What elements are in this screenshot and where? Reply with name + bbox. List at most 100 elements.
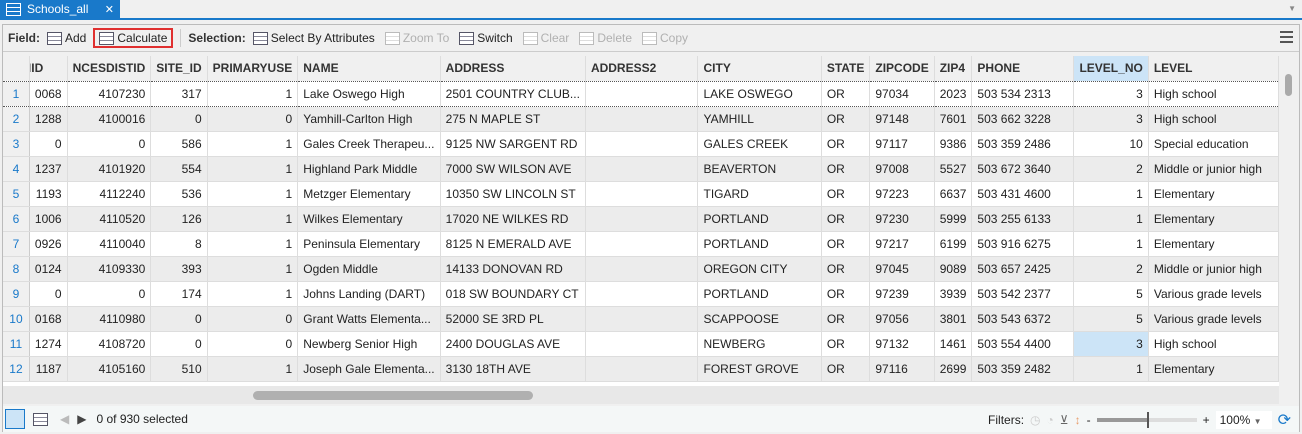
cell-iid[interactable]: 1006 bbox=[29, 206, 68, 232]
cell-zip4[interactable]: 6199 bbox=[934, 231, 973, 257]
cell-zip4[interactable]: 9386 bbox=[934, 131, 973, 157]
cell-primaryuse[interactable]: 1 bbox=[207, 231, 299, 257]
cell-site_id[interactable]: 126 bbox=[150, 206, 208, 232]
row-number[interactable]: 9 bbox=[3, 281, 30, 307]
cell-state[interactable]: OR bbox=[821, 331, 871, 357]
cell-address[interactable]: 17020 NE WILKES RD bbox=[440, 206, 586, 232]
cell-zipcode[interactable]: 97217 bbox=[869, 231, 935, 257]
cell-ncesdistid[interactable]: 4101920 bbox=[67, 156, 152, 182]
table-row[interactable]: 12 1187 4105160 510 1 Joseph Gale Elementa...… bbox=[3, 356, 1279, 382]
cell-name[interactable]: Highland Park Middle bbox=[297, 156, 441, 182]
cell-city[interactable]: TIGARD bbox=[697, 181, 822, 207]
cell-city[interactable]: LAKE OSWEGO bbox=[697, 80, 822, 107]
zoom-to-button[interactable]: Zoom To bbox=[382, 29, 452, 47]
table-row[interactable]: 9 0 0 174 1 Johns Landing (DART) 018 SW BOUNDA… bbox=[3, 281, 1279, 307]
cell-level[interactable]: Various grade levels bbox=[1148, 281, 1279, 307]
cell-address[interactable]: 2400 DOUGLAS AVE bbox=[440, 331, 586, 357]
cell-level_no[interactable]: 3 bbox=[1073, 106, 1149, 132]
cell-city[interactable]: FOREST GROVE bbox=[697, 356, 822, 382]
previous-icon[interactable]: ◀ bbox=[60, 412, 69, 426]
cell-level[interactable]: Elementary bbox=[1148, 231, 1279, 257]
cell-phone[interactable]: 503 255 6133 bbox=[971, 206, 1075, 232]
cell-phone[interactable]: 503 359 2482 bbox=[971, 356, 1075, 382]
cell-phone[interactable]: 503 657 2425 bbox=[971, 256, 1075, 282]
cell-level[interactable]: Elementary bbox=[1148, 356, 1279, 382]
cell-address2[interactable] bbox=[585, 231, 699, 257]
cell-site_id[interactable]: 0 bbox=[150, 306, 208, 332]
cell-level_no[interactable]: 1 bbox=[1073, 181, 1149, 207]
table-row[interactable]: 2 1288 4100016 0 0 Yamhill-Carlton High 275 N … bbox=[3, 106, 1279, 132]
cell-iid[interactable]: 1274 bbox=[29, 331, 68, 357]
cell-address[interactable]: 8125 N EMERALD AVE bbox=[440, 231, 586, 257]
cell-city[interactable]: PORTLAND bbox=[697, 206, 822, 232]
cell-state[interactable]: OR bbox=[821, 131, 871, 157]
cell-site_id[interactable]: 586 bbox=[150, 131, 208, 157]
cell-name[interactable]: Joseph Gale Elementa... bbox=[297, 356, 441, 382]
cell-zip4[interactable]: 1461 bbox=[934, 331, 973, 357]
cell-phone[interactable]: 503 534 2313 bbox=[971, 80, 1075, 107]
column-header-zip4[interactable]: ZIP4 bbox=[934, 56, 973, 81]
cell-site_id[interactable]: 536 bbox=[150, 181, 208, 207]
cell-address2[interactable] bbox=[585, 331, 699, 357]
cell-address2[interactable] bbox=[585, 281, 699, 307]
cell-primaryuse[interactable]: 1 bbox=[207, 206, 299, 232]
cell-zipcode[interactable]: 97148 bbox=[869, 106, 935, 132]
table-row[interactable]: 6 1006 4110520 126 1 Wilkes Elementary 17020 N… bbox=[3, 206, 1279, 232]
cell-iid[interactable]: 1193 bbox=[29, 181, 68, 207]
cell-phone[interactable]: 503 916 6275 bbox=[971, 231, 1075, 257]
cell-phone[interactable]: 503 431 4600 bbox=[971, 181, 1075, 207]
table-row[interactable]: 3 0 0 586 1 Gales Creek Therapeu... 9125 NW SA… bbox=[3, 131, 1279, 157]
cell-level[interactable]: Special education bbox=[1148, 131, 1279, 157]
cell-ncesdistid[interactable]: 4107230 bbox=[67, 80, 152, 107]
cell-primaryuse[interactable]: 1 bbox=[207, 356, 299, 382]
cell-address[interactable]: 275 N MAPLE ST bbox=[440, 106, 586, 132]
row-number[interactable]: 12 bbox=[3, 356, 30, 382]
cell-address2[interactable] bbox=[585, 256, 699, 282]
cell-state[interactable]: OR bbox=[821, 106, 871, 132]
cell-state[interactable]: OR bbox=[821, 181, 871, 207]
cell-ncesdistid[interactable]: 4110040 bbox=[67, 231, 152, 257]
cell-name[interactable]: Lake Oswego High bbox=[297, 80, 441, 107]
row-number[interactable]: 2 bbox=[3, 106, 30, 132]
cell-address2[interactable] bbox=[585, 181, 699, 207]
cell-zip4[interactable]: 3939 bbox=[934, 281, 973, 307]
cell-city[interactable]: PORTLAND bbox=[697, 281, 822, 307]
delete-button[interactable]: Delete bbox=[576, 29, 635, 47]
cell-site_id[interactable]: 393 bbox=[150, 256, 208, 282]
cell-level[interactable]: Middle or junior high bbox=[1148, 156, 1279, 182]
cell-state[interactable]: OR bbox=[821, 206, 871, 232]
zoom-slider[interactable] bbox=[1096, 412, 1197, 428]
show-all-records-icon[interactable] bbox=[5, 409, 25, 429]
cell-state[interactable]: OR bbox=[821, 156, 871, 182]
cell-zip4[interactable]: 2699 bbox=[934, 356, 973, 382]
cell-primaryuse[interactable]: 1 bbox=[207, 80, 299, 107]
cell-ncesdistid[interactable]: 0 bbox=[67, 281, 152, 307]
cell-address[interactable]: 14133 DONOVAN RD bbox=[440, 256, 586, 282]
table-row[interactable]: 10 0168 4110980 0 0 Grant Watts Elementa... 52… bbox=[3, 306, 1279, 332]
column-header-site_id[interactable]: SITE_ID bbox=[150, 56, 208, 81]
cell-name[interactable]: Wilkes Elementary bbox=[297, 206, 441, 232]
cell-level[interactable]: High school bbox=[1148, 106, 1279, 132]
column-header-zipcode[interactable]: ZIPCODE bbox=[869, 56, 935, 81]
cell-level_no[interactable]: 5 bbox=[1073, 306, 1149, 332]
cell-phone[interactable]: 503 672 3640 bbox=[971, 156, 1075, 182]
slider-handle[interactable] bbox=[1146, 412, 1149, 428]
cell-site_id[interactable]: 0 bbox=[150, 106, 208, 132]
table-row[interactable]: 1 0068 4107230 317 1 Lake Oswego High 2501 COU… bbox=[3, 80, 1279, 107]
scroll-thumb[interactable] bbox=[253, 391, 533, 400]
column-header-name[interactable]: NAME bbox=[297, 56, 441, 81]
cell-ncesdistid[interactable]: 4109330 bbox=[67, 256, 152, 282]
cell-zip4[interactable]: 6637 bbox=[934, 181, 973, 207]
row-number[interactable]: 5 bbox=[3, 181, 30, 207]
cell-iid[interactable]: 0124 bbox=[29, 256, 68, 282]
cell-address2[interactable] bbox=[585, 131, 699, 157]
cell-iid[interactable]: 0 bbox=[29, 281, 68, 307]
cell-name[interactable]: Gales Creek Therapeu... bbox=[297, 131, 441, 157]
cell-zipcode[interactable]: 97045 bbox=[869, 256, 935, 282]
cell-address2[interactable] bbox=[585, 106, 699, 132]
range-filter-icon[interactable]: ◔ bbox=[1047, 413, 1054, 427]
select-all-corner[interactable] bbox=[3, 56, 30, 81]
cell-phone[interactable]: 503 554 4400 bbox=[971, 331, 1075, 357]
cell-primaryuse[interactable]: 1 bbox=[207, 156, 299, 182]
refresh-icon[interactable]: ⟳ bbox=[1278, 410, 1291, 430]
